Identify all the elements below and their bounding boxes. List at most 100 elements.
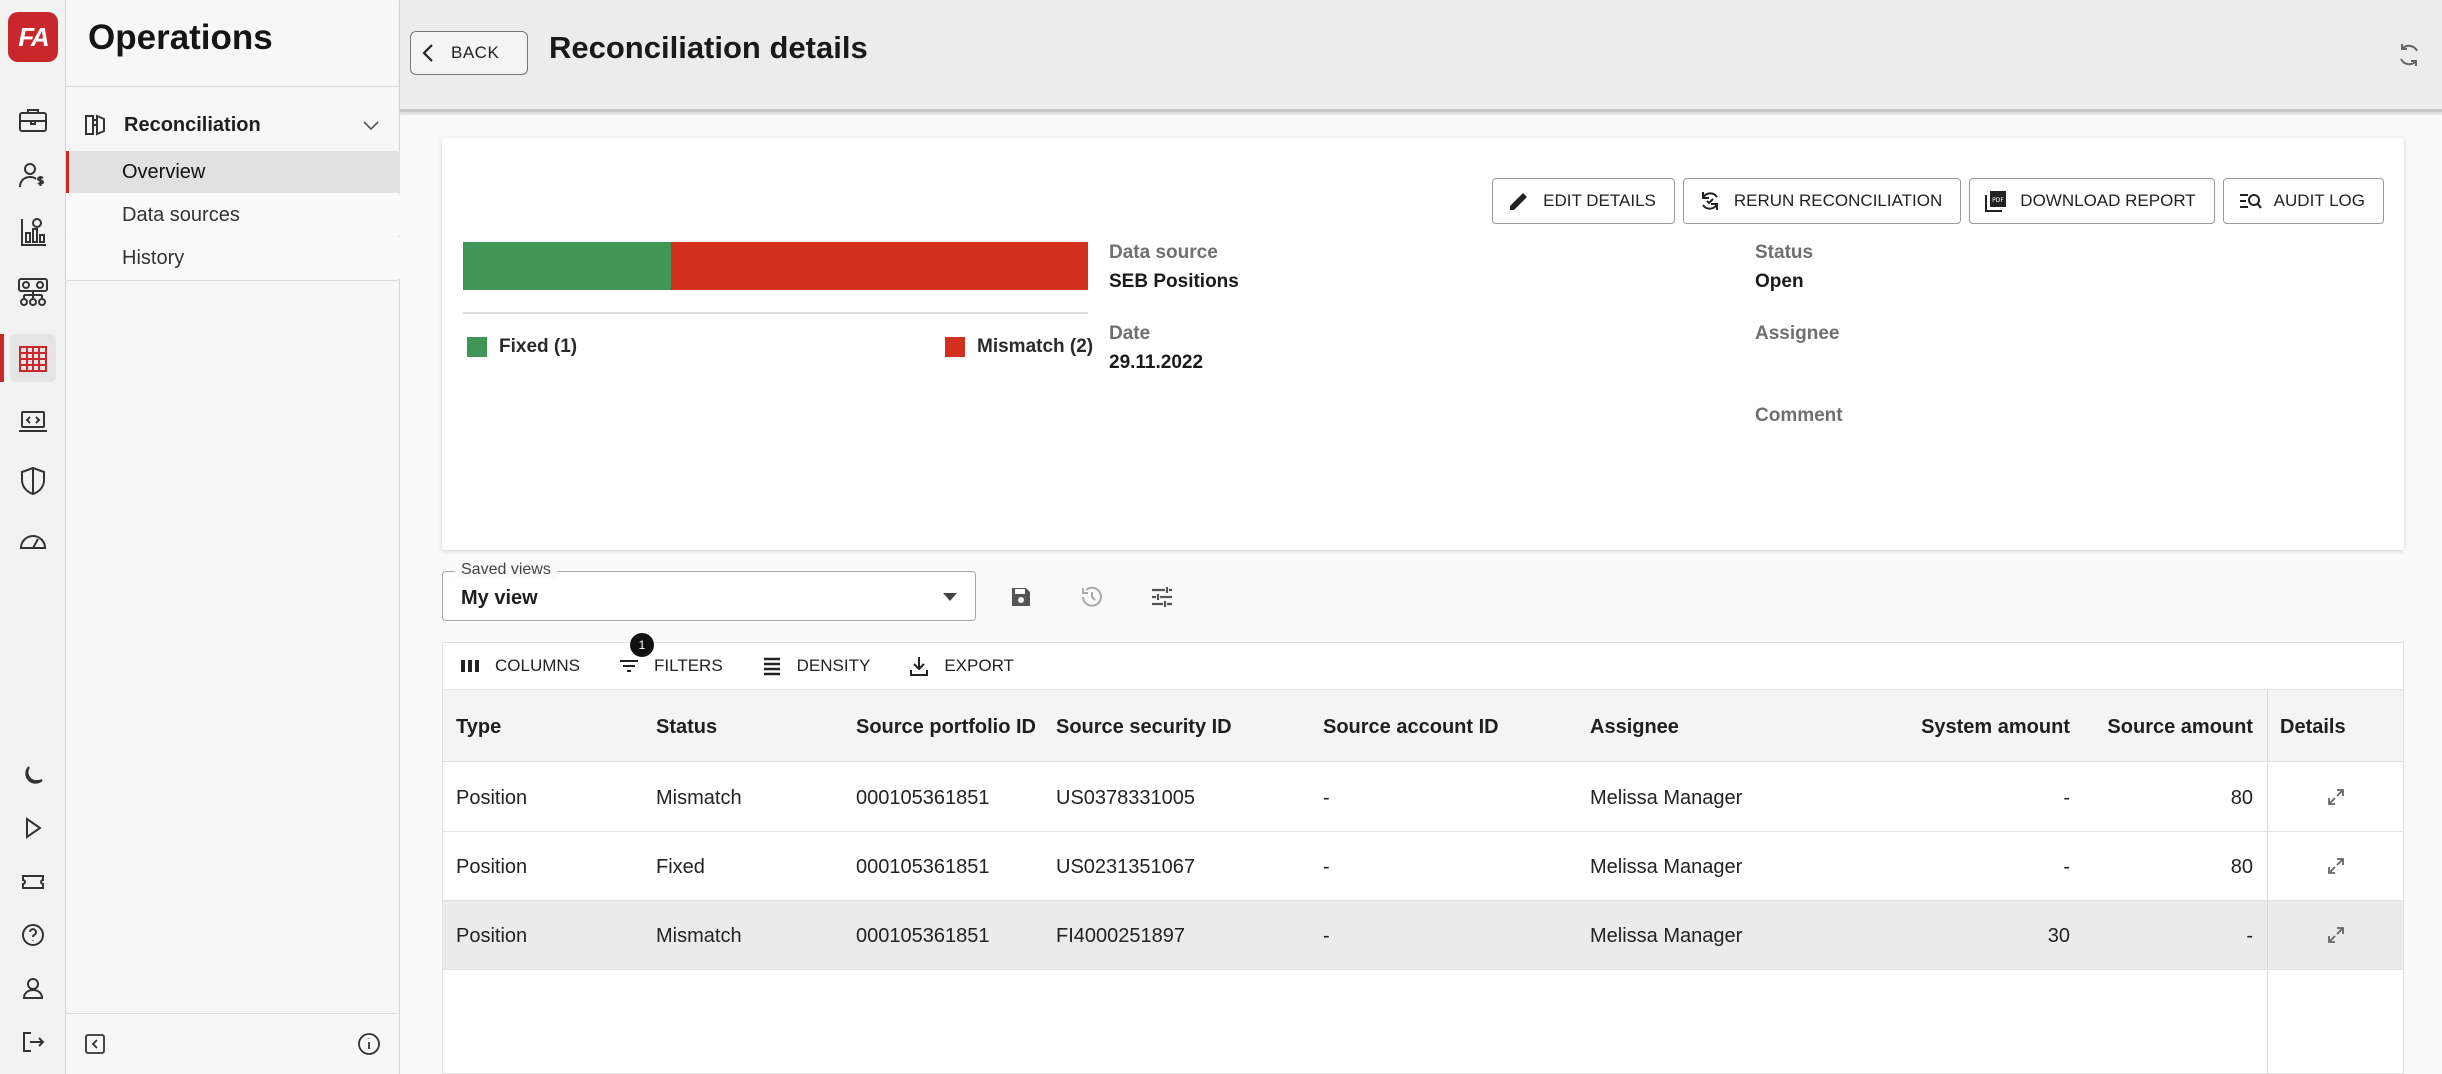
moon-icon[interactable] [10,752,56,800]
date-value: 29.11.2022 [1109,352,1204,373]
cell-system-amount: 30 [2047,925,2070,947]
columns-label: COLUMNS [495,656,581,675]
logout-icon[interactable] [10,1018,56,1066]
info-icon[interactable] [354,1029,384,1059]
filters-label: FILTERS [654,656,723,675]
rerun-reconciliation-button[interactable]: RERUN RECONCILIATION [1682,178,1962,224]
person-money-icon[interactable] [10,152,56,200]
column-header-source-account-id[interactable]: Source account ID [1323,716,1499,739]
columns-button[interactable]: COLUMNS [459,655,580,677]
page-title: Reconciliation details [549,30,868,65]
sidebar-item-history[interactable]: History [66,237,400,279]
main-content: EDIT DETAILS RERUN RECONCILIATION PDF DO… [400,115,2442,1074]
sidebar: Operations Reconciliation Overview Data … [66,0,400,1074]
edit-details-button[interactable]: EDIT DETAILS [1492,178,1675,224]
sidebar-group-reconciliation[interactable]: Reconciliation [66,100,400,150]
briefcase-icon[interactable] [10,96,56,144]
column-header-source-portfolio-id[interactable]: Source portfolio ID [856,716,1036,739]
chart-report-icon[interactable] [10,208,56,256]
cell-source-amount: 80 [2230,787,2253,809]
density-label: DENSITY [796,656,871,675]
assignee-label: Assignee [1755,323,1840,344]
cell-security: US0231351067 [1056,856,1196,878]
chevron-down-icon[interactable] [356,110,386,140]
details-column-filler [2267,970,2404,1074]
gauge-icon[interactable] [10,517,56,565]
density-button[interactable]: DENSITY [761,655,871,677]
save-icon[interactable] [1005,581,1037,613]
column-header-assignee[interactable]: Assignee [1590,716,1679,739]
column-header-details[interactable]: Details [2280,716,2346,739]
date-label: Date [1109,323,1151,344]
table-row[interactable]: Position Mismatch 000105361851 US0378331… [443,763,2403,832]
help-icon[interactable] [10,911,56,959]
page-header: BACK Reconciliation details [400,0,2442,112]
cell-status: Fixed [656,856,705,878]
app-logo[interactable]: FA [8,12,58,62]
export-button[interactable]: EXPORT [908,655,1014,677]
laptop-code-icon[interactable] [10,398,56,446]
cell-source-amount: - [2246,925,2253,947]
grid-toolbar: COLUMNS 1 FILTERS DENSITY EXPORT [443,633,2403,689]
org-network-icon[interactable] [10,268,56,316]
sidebar-item-overview[interactable]: Overview [66,151,400,193]
saved-views-label: Saved views [455,561,557,579]
saved-views-value: My view [461,587,538,609]
cell-account: - [1323,925,1330,947]
cell-security: US0378331005 [1056,787,1196,809]
download-label: DOWNLOAD REPORT [2020,191,2196,210]
column-header-type[interactable]: Type [456,716,501,739]
filter-icon [620,660,639,672]
building-icon[interactable] [0,334,56,382]
column-header-system-amount[interactable]: System amount [1890,716,2070,739]
columns-icon [461,660,479,672]
column-header-status[interactable]: Status [656,716,717,739]
logo-text: FA [18,21,49,52]
refresh-icon[interactable] [2394,40,2424,70]
column-header-source-security-id[interactable]: Source security ID [1056,716,1232,739]
ticket-icon[interactable] [10,858,56,906]
play-icon[interactable] [10,804,56,852]
legend-label-fixed: Fixed (1) [499,336,578,357]
history-icon[interactable] [1076,581,1108,613]
sidebar-item-data-sources[interactable]: Data sources [66,194,400,236]
cell-assignee: Melissa Manager [1590,787,1743,809]
sidebar-item-label: Overview [122,160,206,183]
sliders-icon[interactable] [1146,581,1178,613]
sidebar-item-label: Data sources [122,203,240,226]
download-report-button[interactable]: PDF DOWNLOAD REPORT [1969,178,2215,224]
shield-icon[interactable] [10,457,56,505]
table-row[interactable]: Position Fixed 000105361851 US0231351067… [443,832,2403,901]
legend-swatch-fixed [467,337,487,357]
expand-icon[interactable] [2267,763,2404,831]
cell-system-amount: - [2063,856,2070,878]
user-icon[interactable] [10,964,56,1012]
cell-status: Mismatch [656,925,742,947]
cell-portfolio: 000105361851 [856,925,990,947]
summary-card: EDIT DETAILS RERUN RECONCILIATION PDF DO… [442,138,2404,550]
collapse-sidebar-icon[interactable] [80,1029,110,1059]
reconciliation-icon [85,114,105,136]
saved-views-select[interactable]: Saved views My view [442,561,976,621]
bar-segment-mismatch [671,242,1088,290]
action-buttons: EDIT DETAILS RERUN RECONCILIATION PDF DO… [1492,178,2384,224]
cell-status: Mismatch [656,787,742,809]
audit-log-label: AUDIT LOG [2273,191,2365,210]
audit-log-button[interactable]: AUDIT LOG [2222,178,2384,224]
expand-icon[interactable] [2267,832,2404,900]
table-row[interactable]: Position Mismatch 000105361851 FI4000251… [443,901,2403,970]
cell-account: - [1323,856,1330,878]
expand-icon[interactable] [2267,901,2404,969]
cell-assignee: Melissa Manager [1590,856,1743,878]
density-icon [763,657,780,676]
filters-button[interactable]: 1 FILTERS [618,633,723,677]
cell-portfolio: 000105361851 [856,787,990,809]
column-header-source-amount[interactable]: Source amount [2073,716,2253,739]
data-grid: COLUMNS 1 FILTERS DENSITY EXPORT Type St… [442,633,2404,1074]
cell-security: FI4000251897 [1056,925,1186,947]
divider [66,1013,400,1014]
data-source-value: SEB Positions [1109,271,1239,292]
back-button[interactable]: BACK [410,31,528,75]
divider [66,280,400,281]
legend-label-mismatch: Mismatch (2) [977,336,1094,357]
